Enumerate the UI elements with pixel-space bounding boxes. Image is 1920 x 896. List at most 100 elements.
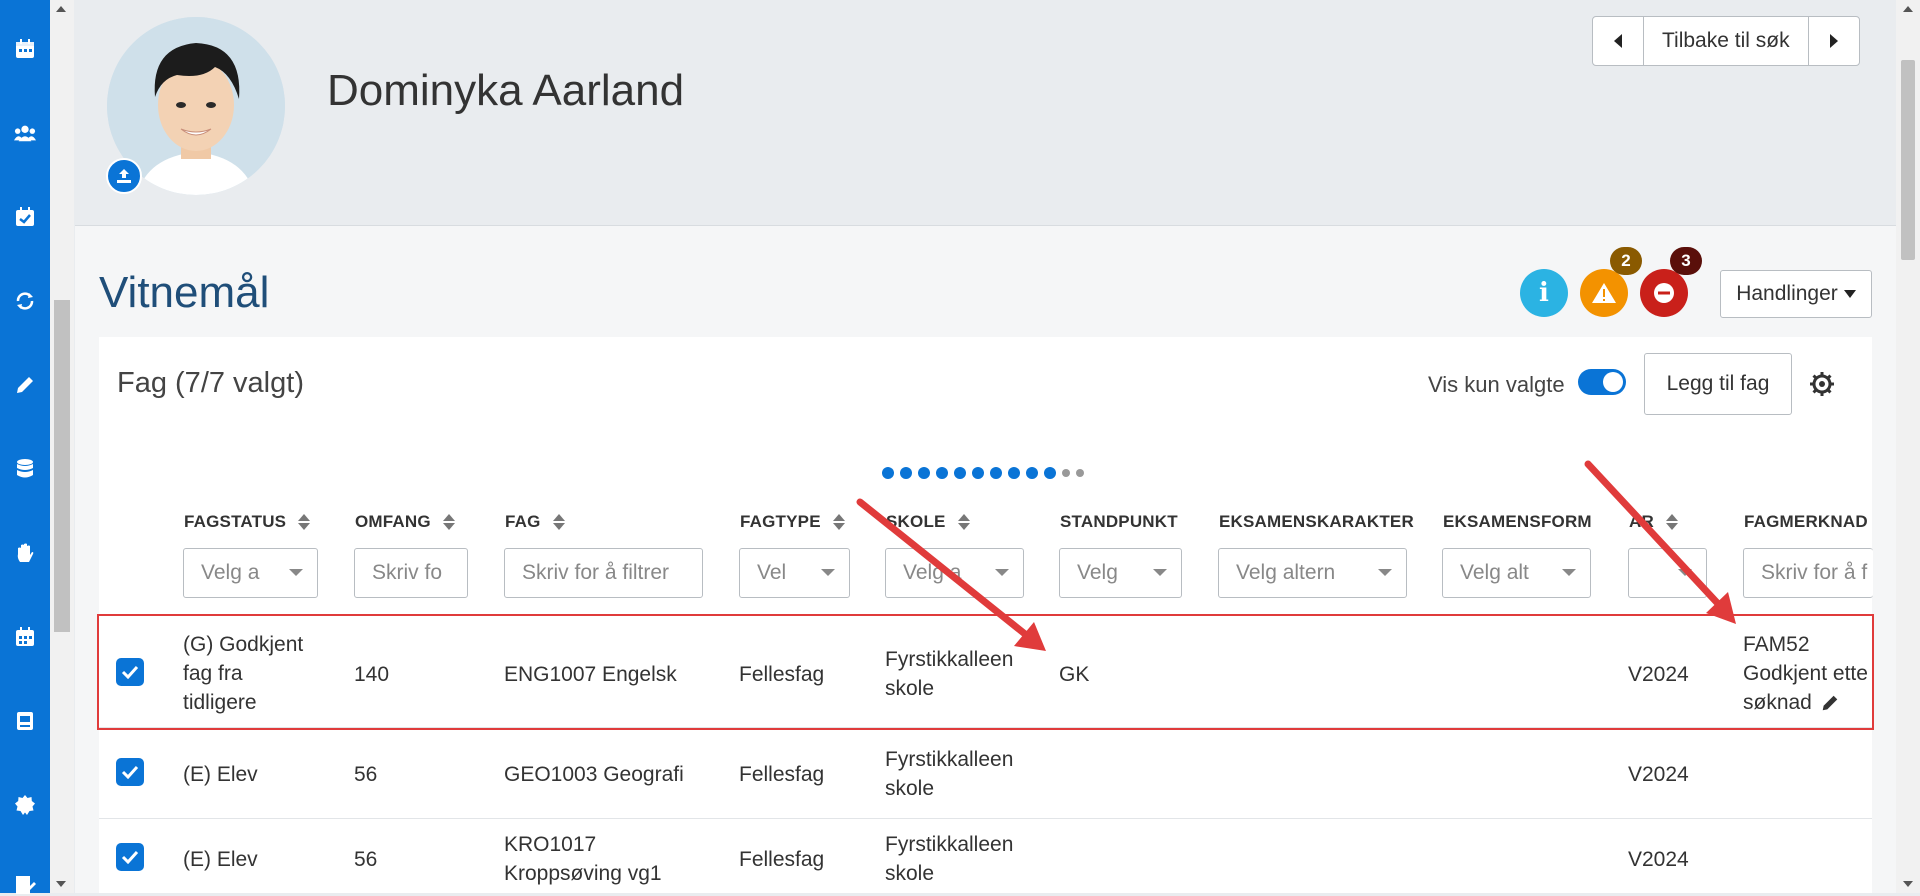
header-label: ÅR xyxy=(1629,512,1654,531)
column-header-eksamensform[interactable]: EKSAMENSFORM xyxy=(1443,512,1592,532)
minus-circle-icon xyxy=(1654,283,1674,303)
column-header-fagmerknad[interactable]: FAGMERKNAD xyxy=(1744,512,1868,532)
sync-icon[interactable] xyxy=(14,290,36,312)
column-header-skole[interactable]: SKOLE xyxy=(886,512,970,532)
filter-placeholder: Velg xyxy=(1077,561,1118,584)
scroll-up-arrow[interactable] xyxy=(56,6,66,12)
pencil-icon[interactable] xyxy=(14,374,36,396)
fag-filter-input[interactable]: Skriv for å filtrer xyxy=(504,548,703,598)
header-label: EKSAMENSKARAKTER xyxy=(1219,512,1414,531)
sidebar xyxy=(0,0,50,894)
actions-label: Handlinger xyxy=(1736,282,1838,305)
add-subject-button[interactable]: Legg til fag xyxy=(1644,353,1792,415)
fagstatus-cell: (E) Elev xyxy=(183,848,258,871)
errors-button[interactable] xyxy=(1640,269,1688,317)
pager-dot[interactable] xyxy=(918,467,930,479)
upload-photo-button[interactable] xyxy=(106,158,142,194)
pager-dot[interactable] xyxy=(1044,467,1056,479)
pager-dot[interactable] xyxy=(1026,467,1038,479)
left-scrollbar[interactable] xyxy=(50,0,74,893)
calendar-check-icon[interactable] xyxy=(14,206,36,228)
column-header-omfang[interactable]: OMFANG xyxy=(355,512,455,532)
column-header-eksamenskarakter[interactable]: EKSAMENSKARAKTER xyxy=(1219,512,1414,532)
fagmerknad-filter-input[interactable]: Skriv for å f xyxy=(1743,548,1873,598)
header-label: FAGSTATUS xyxy=(184,512,287,531)
header-label: OMFANG xyxy=(355,512,431,531)
student-name: Dominyka Aarland xyxy=(327,66,685,115)
omfang-cell: 140 xyxy=(354,663,390,686)
column-header-fagstatus[interactable]: FAGSTATUS xyxy=(184,512,311,532)
back-to-search-button[interactable]: Tilbake til søk xyxy=(1643,17,1809,65)
omfang-cell: 56 xyxy=(354,848,378,871)
column-header-standpunkt[interactable]: STANDPUNKT xyxy=(1060,512,1178,532)
chevron-down-icon xyxy=(1153,569,1167,576)
scroll-thumb[interactable] xyxy=(54,300,70,632)
chevron-down-icon xyxy=(1678,569,1692,576)
scroll-down-arrow[interactable] xyxy=(1903,881,1913,887)
sort-icon xyxy=(832,514,845,530)
column-pager-dots[interactable] xyxy=(882,467,1084,479)
right-scrollbar[interactable] xyxy=(1896,0,1920,893)
calendar-icon[interactable] xyxy=(14,38,36,60)
eksamensform-filter-select[interactable]: Velg alt xyxy=(1442,548,1591,598)
pager-dot[interactable] xyxy=(882,467,894,479)
search-navigation: Tilbake til søk xyxy=(1592,16,1860,66)
row-checkbox[interactable] xyxy=(116,843,144,871)
column-header-fag[interactable]: FAG xyxy=(505,512,565,532)
pager-dot[interactable] xyxy=(972,467,984,479)
pager-dot[interactable] xyxy=(1076,469,1084,477)
actions-dropdown[interactable]: Handlinger xyxy=(1720,270,1872,318)
fagstatus-filter-select[interactable]: Velg a xyxy=(183,548,318,598)
scroll-up-arrow[interactable] xyxy=(1903,6,1913,12)
filter-placeholder: Skriv fo xyxy=(372,561,443,584)
settings-button[interactable] xyxy=(1808,370,1836,398)
fagstatus-cell: (E) Elev xyxy=(183,763,258,786)
badge-icon[interactable] xyxy=(14,794,36,816)
eksamenskarakter-filter-select[interactable]: Velg altern xyxy=(1218,548,1407,598)
show-selected-toggle[interactable] xyxy=(1578,369,1626,395)
header-label: FAG xyxy=(505,512,541,531)
users-icon[interactable] xyxy=(14,122,36,144)
ar-cell: V2024 xyxy=(1628,763,1689,786)
filter-placeholder: Velg alt xyxy=(1460,561,1529,584)
chevron-down-icon xyxy=(1562,569,1576,576)
database-icon[interactable] xyxy=(14,458,36,480)
fag-cell: KRO1017 Kroppsøving vg1 xyxy=(504,833,662,885)
pager-dot[interactable] xyxy=(954,467,966,479)
caret-down-icon xyxy=(1843,290,1856,298)
scroll-down-arrow[interactable] xyxy=(56,881,66,887)
standpunkt-filter-select[interactable]: Velg xyxy=(1059,548,1182,598)
pager-dot[interactable] xyxy=(990,467,1002,479)
fagtype-filter-select[interactable]: Vel xyxy=(739,548,850,598)
book-icon[interactable] xyxy=(14,710,36,732)
error-count-badge: 3 xyxy=(1670,247,1702,275)
info-button[interactable]: i xyxy=(1520,269,1568,317)
ar-filter-select[interactable] xyxy=(1628,548,1707,598)
calendar-grid-icon[interactable] xyxy=(14,626,36,648)
pager-dot[interactable] xyxy=(900,467,912,479)
filter-placeholder: Skriv for å filtrer xyxy=(522,561,670,584)
omfang-filter-input[interactable]: Skriv fo xyxy=(354,548,468,598)
standpunkt-cell: GK xyxy=(1059,663,1090,686)
scroll-thumb[interactable] xyxy=(1901,60,1915,260)
checkmark-icon xyxy=(121,765,139,779)
pager-dot[interactable] xyxy=(1008,467,1020,479)
toggle-knob xyxy=(1603,372,1623,392)
chevron-down-icon xyxy=(1378,569,1392,576)
row-checkbox[interactable] xyxy=(116,758,144,786)
sort-icon xyxy=(957,514,970,530)
warnings-button[interactable] xyxy=(1580,269,1628,317)
pencil-icon[interactable] xyxy=(1820,693,1840,713)
skole-filter-select[interactable]: Velg a xyxy=(885,548,1024,598)
fag-cell: GEO1003 Geografi xyxy=(504,763,684,786)
next-student-button[interactable] xyxy=(1809,17,1859,65)
card-title: Fag (7/7 valgt) xyxy=(117,367,304,399)
pager-dot[interactable] xyxy=(1062,469,1070,477)
column-header-fagtype[interactable]: FAGTYPE xyxy=(740,512,845,532)
previous-student-button[interactable] xyxy=(1593,17,1643,65)
pager-dot[interactable] xyxy=(936,467,948,479)
row-checkbox[interactable] xyxy=(116,658,144,686)
filter-placeholder: Velg a xyxy=(201,561,260,584)
column-header-ar[interactable]: ÅR xyxy=(1629,512,1678,532)
hand-icon[interactable] xyxy=(14,542,36,564)
